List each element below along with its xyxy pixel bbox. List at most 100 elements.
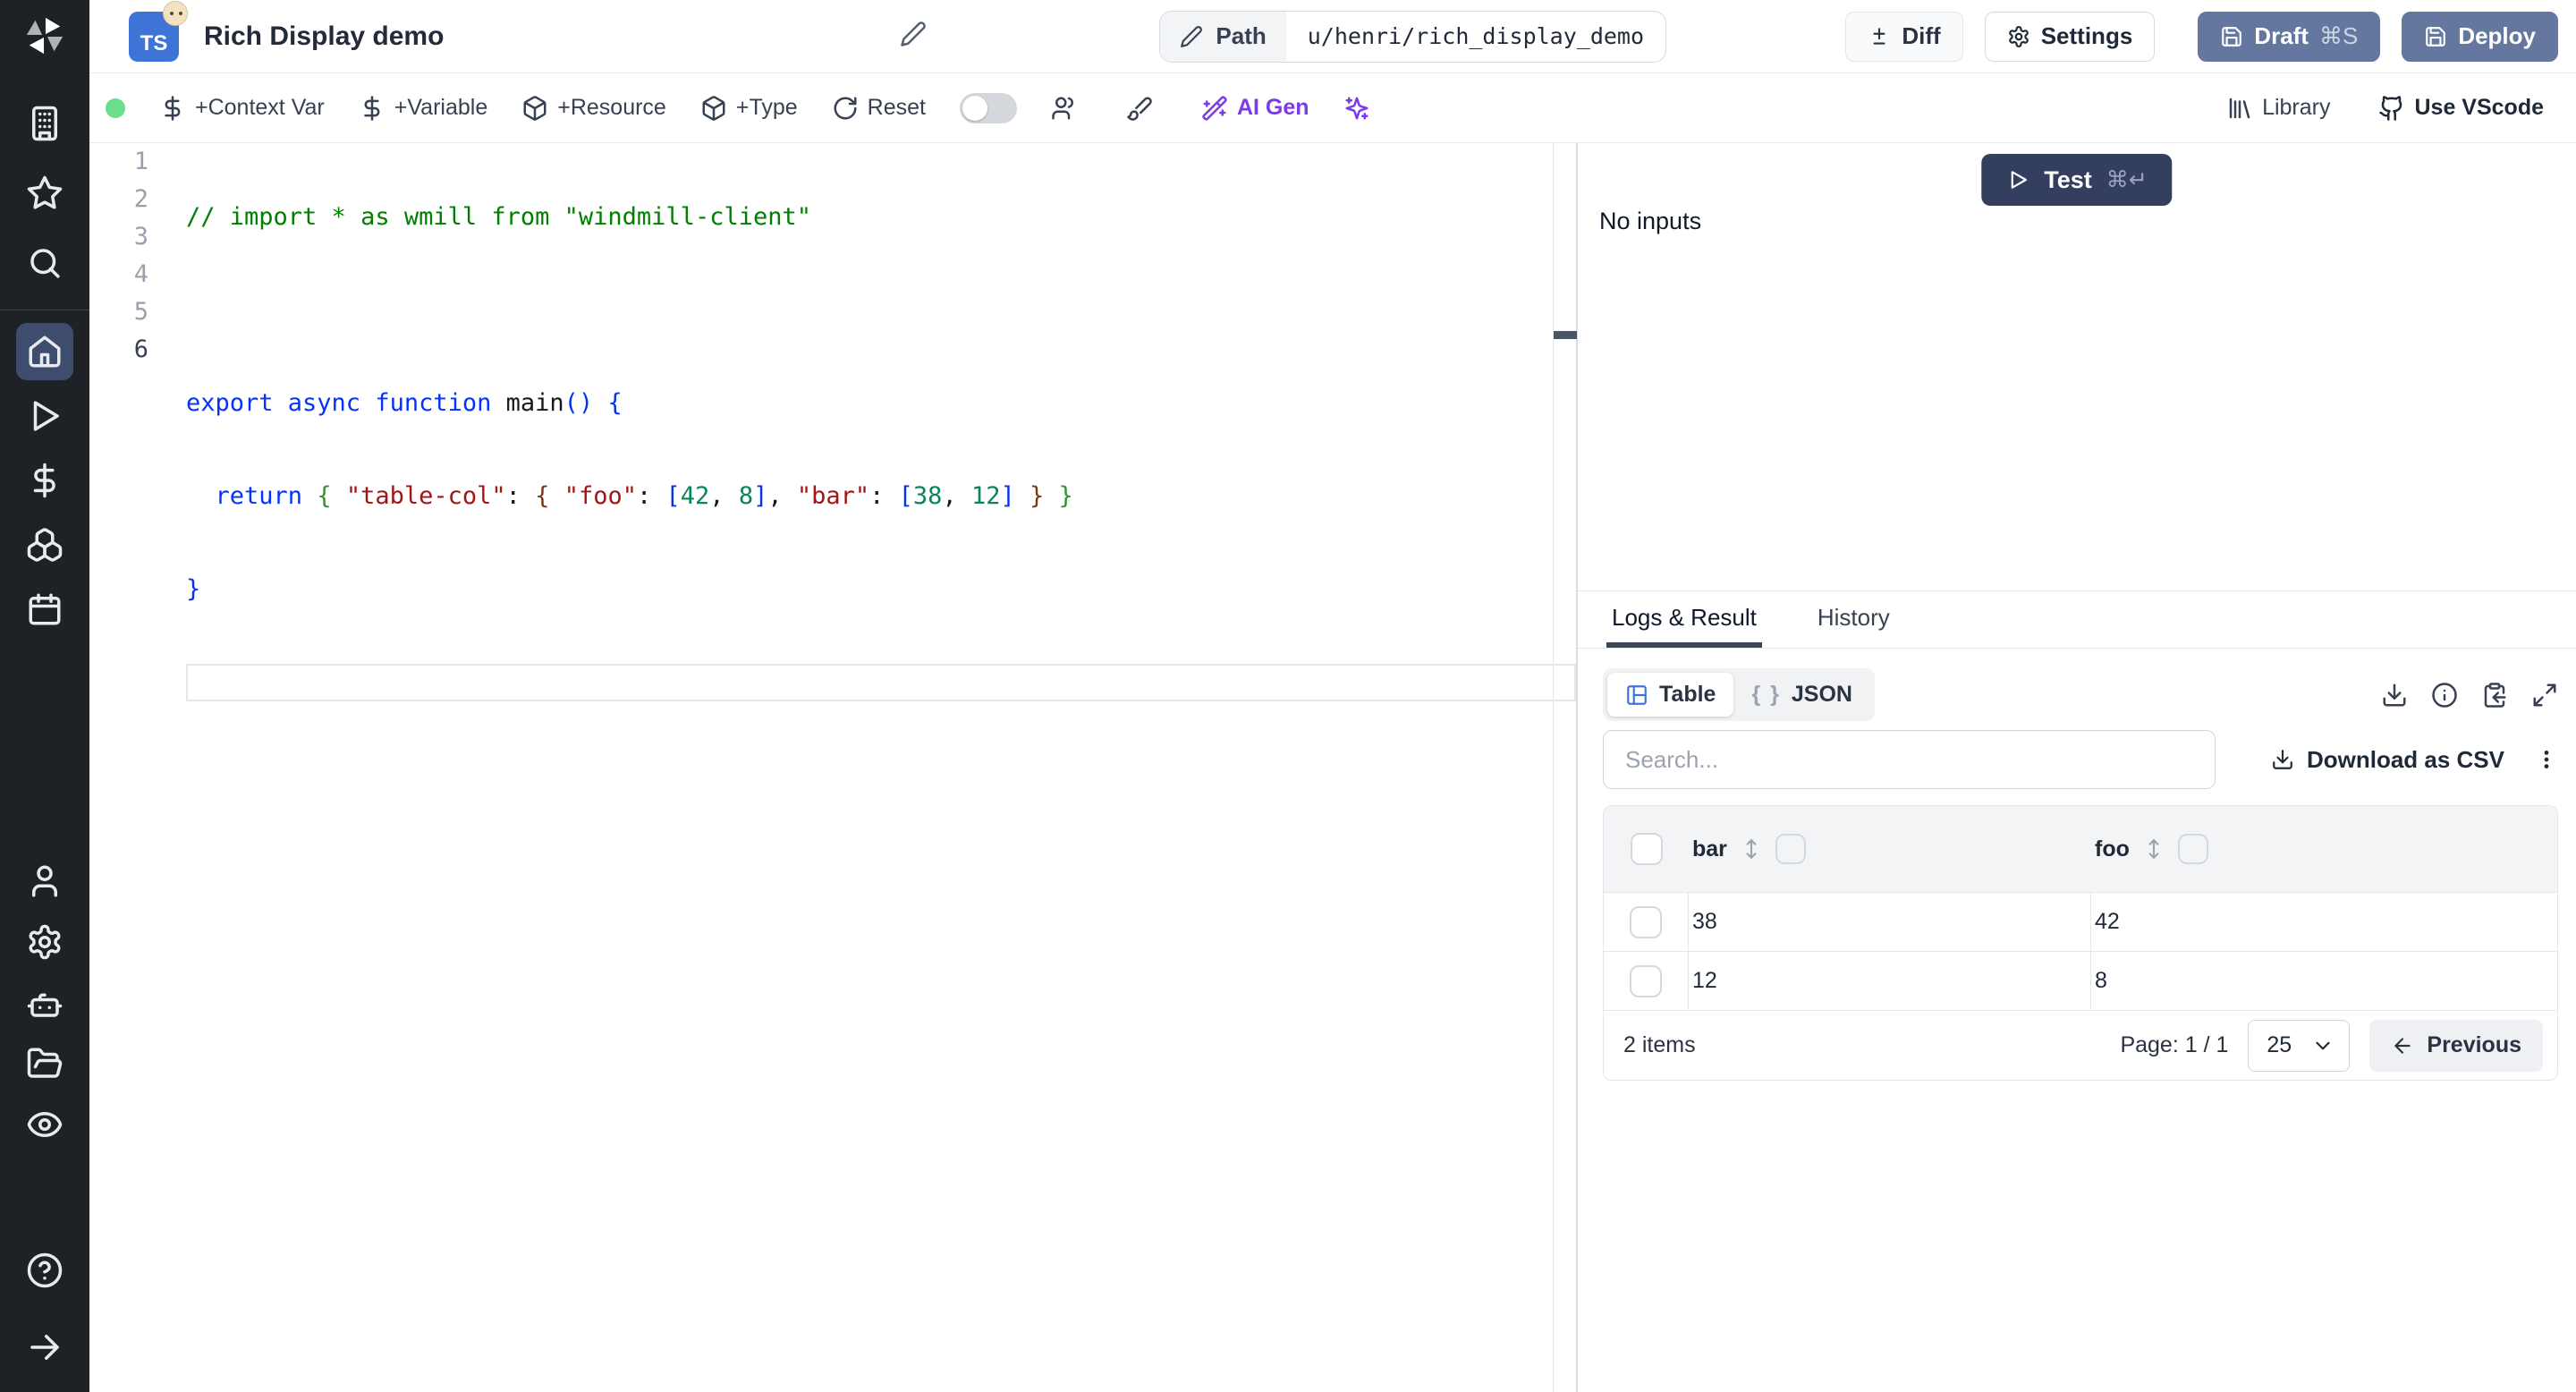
search-icon[interactable] [16, 234, 73, 292]
dollar-icon [364, 95, 380, 121]
edit-summary-pencil-icon[interactable] [900, 21, 927, 52]
edit-path-pencil-icon [1181, 25, 1203, 47]
settings-button[interactable]: Settings [1984, 11, 2156, 62]
current-code-line [186, 664, 1576, 701]
page-title: Rich Display demo [204, 21, 445, 51]
sidebar-item-workers[interactable] [16, 974, 73, 1031]
table-options-kebab-icon[interactable] [2535, 748, 2558, 771]
sidebar-item-folders[interactable] [16, 1035, 73, 1092]
rotate-icon [834, 97, 857, 119]
editor-toolbar: +Context Var +Variable +Resource +Type R… [89, 73, 2576, 143]
sidebar-item-audit-logs[interactable] [16, 1096, 73, 1153]
save-draft-button[interactable]: Draft ⌘S [2198, 11, 2381, 62]
sidebar-item-users[interactable] [16, 853, 73, 910]
column-header-bar: bar [1692, 836, 1727, 862]
header-actions: Diff Settings Draft ⌘S Deploy [1845, 11, 2558, 62]
sidebar-top-group [16, 95, 73, 292]
package-icon [702, 95, 725, 121]
tab-history[interactable]: History [1812, 591, 1895, 648]
sort-bar-icon[interactable] [1740, 837, 1763, 861]
result-action-icons [2381, 682, 2558, 709]
info-icon[interactable] [2431, 682, 2458, 709]
sidebar-item-settings[interactable] [16, 913, 73, 971]
workspace-building-icon[interactable] [16, 95, 73, 152]
sidebar-nav-group [16, 323, 73, 638]
line-numbers: 1 2 3 4 5 6 [133, 148, 148, 363]
view-switcher: Table { } JSON [1603, 668, 1875, 721]
expand-result-icon[interactable] [2531, 682, 2558, 709]
foo-column-toggle[interactable] [2177, 834, 2208, 864]
use-vscode-button[interactable]: Use VScode [2378, 95, 2544, 122]
items-count: 2 items [1623, 1032, 1696, 1057]
copy-result-icon[interactable] [2481, 682, 2508, 709]
add-resource-button[interactable]: +Resource [521, 95, 666, 122]
sidebar-admin-group [16, 853, 73, 1153]
reset-button[interactable]: Reset [832, 95, 926, 122]
add-context-var-button[interactable]: +Context Var [159, 95, 325, 122]
table-icon [1627, 684, 1647, 705]
expand-sidebar-icon[interactable] [16, 1319, 73, 1376]
code-lines: // import * as wmill from "windmill-clie… [186, 143, 1576, 757]
cell-bar: 38 [1692, 909, 1717, 934]
code-editor[interactable]: 1 2 3 4 5 6 // import * as wmill from "w… [89, 143, 1578, 1392]
download-result-icon[interactable] [2381, 682, 2408, 709]
code-line: // import * as wmill from "windmill-clie… [186, 203, 811, 231]
path-label-section: Path [1160, 11, 1286, 62]
column-header-foo: foo [2095, 836, 2130, 862]
sidebar-item-resources[interactable] [16, 516, 73, 573]
row-checkbox[interactable] [1630, 964, 1662, 997]
sidebar-item-schedules[interactable] [16, 581, 73, 638]
multiplayer-users-icon[interactable] [1051, 95, 1078, 122]
draft-shortcut: ⌘S [2318, 22, 2359, 49]
windmill-logo[interactable] [21, 13, 68, 59]
cell-bar: 12 [1692, 968, 1717, 993]
row-checkbox[interactable] [1630, 905, 1662, 938]
plus-minus-icon [1873, 27, 1885, 45]
inputs-section: Test ⌘↵ No inputs [1578, 143, 2576, 590]
diff-mode-toggle[interactable] [959, 92, 1017, 123]
path-button[interactable]: Path u/henri/rich_display_demo [1159, 10, 1667, 63]
sort-foo-icon[interactable] [2142, 837, 2165, 861]
previous-page-button[interactable]: Previous [2369, 1019, 2543, 1072]
select-all-checkbox[interactable] [1630, 833, 1663, 865]
page-indicator: Page: 1 / 1 [2120, 1032, 2229, 1057]
cell-foo: 8 [2095, 968, 2107, 993]
diff-button[interactable]: Diff [1845, 11, 1963, 62]
test-button[interactable]: Test ⌘↵ [1981, 154, 2173, 206]
code-line: } [186, 575, 201, 603]
bar-column-toggle[interactable] [1775, 834, 1806, 864]
typescript-badge: TS [129, 0, 188, 62]
no-inputs-text: No inputs [1599, 208, 1702, 234]
table-search-input[interactable] [1603, 730, 2216, 789]
braces-icon: { } [1751, 682, 1781, 707]
sparkles-icon[interactable] [1343, 95, 1370, 122]
save-icon [2426, 26, 2446, 47]
favorites-star-icon[interactable] [16, 165, 73, 222]
github-icon [2379, 95, 2402, 121]
help-icon[interactable] [16, 1242, 73, 1299]
dollar-icon [165, 95, 181, 121]
view-option-table[interactable]: Table [1607, 673, 1734, 717]
view-option-json[interactable]: { } JSON [1733, 673, 1870, 717]
ai-gen-button[interactable]: AI Gen [1201, 95, 1309, 122]
format-brush-icon[interactable] [1126, 95, 1153, 122]
chevron-down-icon [2316, 1041, 2330, 1049]
result-tabs: Logs & Result History [1578, 590, 2576, 649]
sidebar-item-variables[interactable] [16, 452, 73, 509]
library-button[interactable]: Library [2226, 95, 2330, 122]
editor-overview-ruler[interactable] [1553, 143, 1577, 1392]
result-table: bar foo 38 42 12 8 2 items Page: 1 / 1 2… [1603, 805, 2558, 1081]
page-size-select[interactable]: 25 [2248, 1019, 2351, 1072]
deploy-button[interactable]: Deploy [2402, 11, 2558, 62]
sidebar-bottom-group [16, 1242, 73, 1376]
add-variable-button[interactable]: +Variable [359, 95, 487, 122]
tab-logs-result[interactable]: Logs & Result [1606, 591, 1762, 648]
add-type-button[interactable]: +Type [700, 95, 798, 122]
play-icon [2011, 171, 2028, 189]
sidebar-item-home[interactable] [16, 323, 73, 380]
app-window: TS Rich Display demo Path u/henri/rich_d… [0, 0, 2576, 1392]
table-row: 38 42 [1604, 892, 2557, 951]
code-line: return { "table-col": { "foo": [42, 8], … [215, 482, 1073, 510]
sidebar-item-runs[interactable] [16, 387, 73, 445]
download-csv-button[interactable]: Download as CSV [2271, 746, 2504, 774]
